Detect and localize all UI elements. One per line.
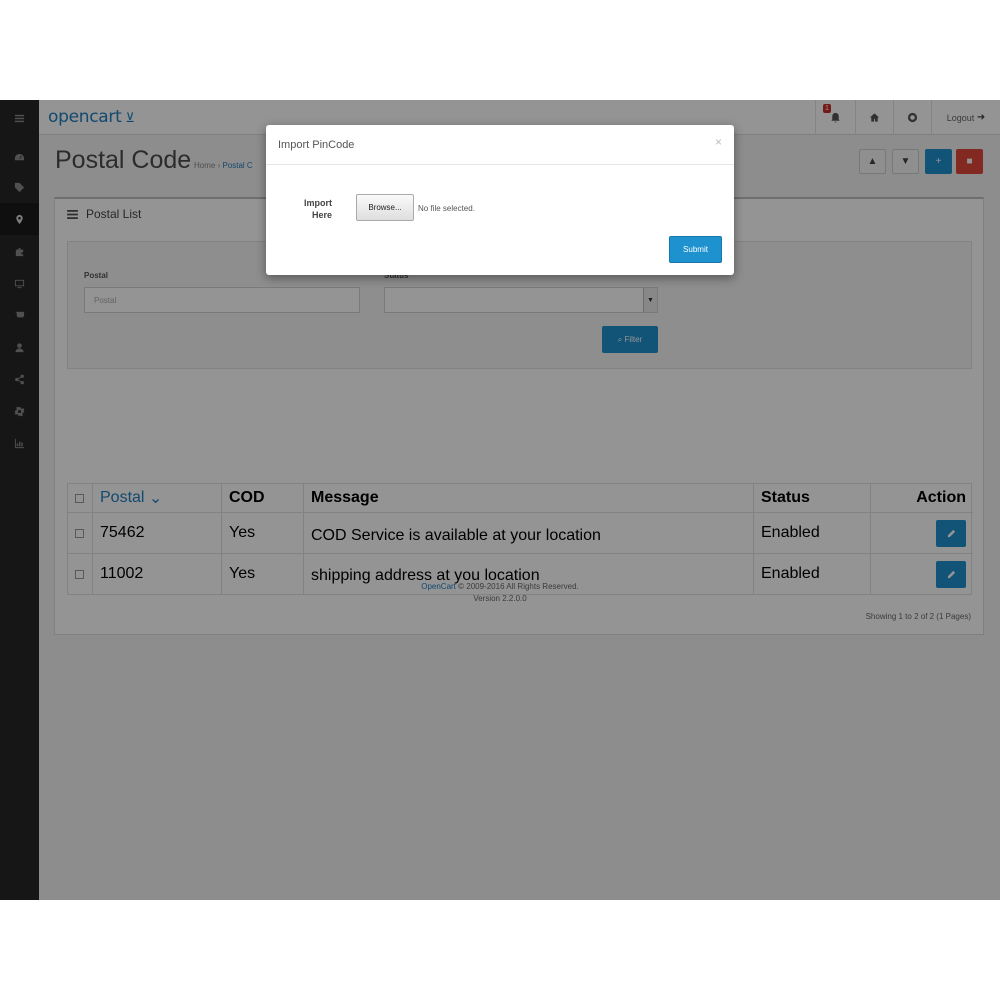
app-window: opencart ⊻ 1 Logout ➜ Postal Code Home ›…: [0, 100, 1000, 900]
file-status-text: No file selected.: [418, 204, 475, 213]
submit-button[interactable]: Submit: [669, 236, 722, 263]
import-here-label: Import Here: [292, 197, 332, 221]
import-label-line2: Here: [311, 210, 332, 220]
browse-file-button[interactable]: Browse...: [356, 194, 414, 221]
modal-header: Import PinCode ×: [266, 125, 734, 165]
import-pincode-modal: Import PinCode × Import Here Browse... N…: [266, 125, 734, 275]
import-label-line1: Import: [304, 198, 332, 208]
modal-title: Import PinCode: [278, 139, 355, 151]
close-icon[interactable]: ×: [715, 135, 722, 149]
